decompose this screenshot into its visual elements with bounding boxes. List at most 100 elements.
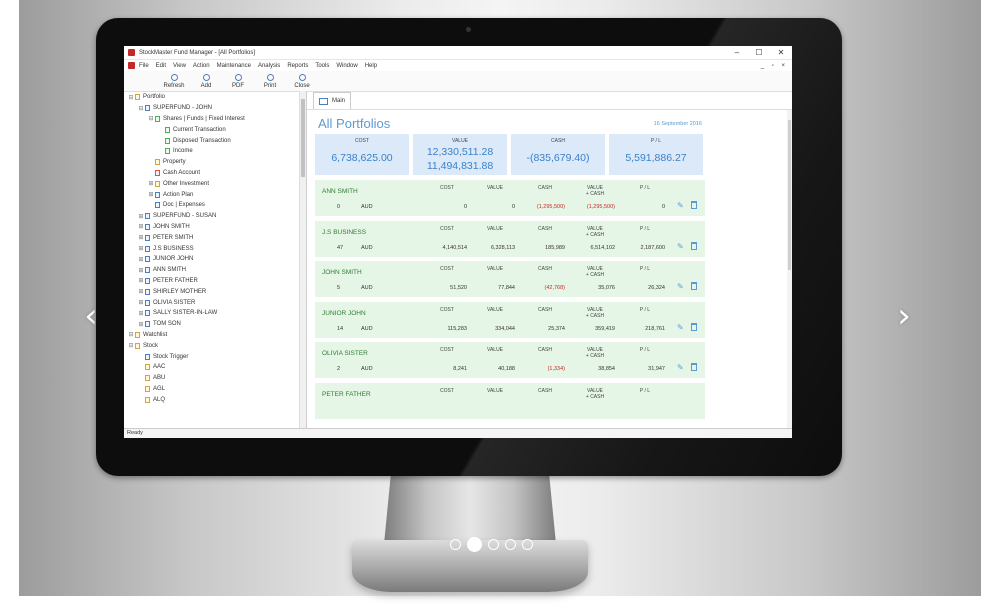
expand-icon[interactable]: ⊞ — [138, 310, 144, 317]
document-icon — [145, 364, 150, 371]
menu-edit[interactable]: Edit — [156, 63, 166, 69]
collapse-icon[interactable]: ⊟ — [128, 331, 134, 338]
main-scroll-thumb[interactable] — [788, 120, 791, 270]
tree-item[interactable]: ⊞ ANN SMITH — [124, 265, 306, 276]
tree-item[interactable]: ⊟ Watchlist — [124, 330, 306, 341]
tree-item[interactable]: ⊞ JOHN SMITH — [124, 222, 306, 233]
collapse-icon[interactable]: ⊟ — [128, 342, 134, 349]
expand-icon[interactable]: ⊞ — [138, 299, 144, 306]
tree-item[interactable]: ⊞ JUNIOR JOHN — [124, 254, 306, 265]
document-icon — [165, 148, 170, 155]
expand-icon[interactable]: ⊞ — [138, 234, 144, 241]
menu-view[interactable]: View — [173, 63, 186, 69]
tree-scroll-thumb[interactable] — [301, 99, 305, 177]
menu-maintenance[interactable]: Maintenance — [217, 63, 251, 69]
minimize-button[interactable]: – — [726, 48, 748, 57]
slide-dot[interactable] — [522, 538, 533, 550]
tree-item[interactable]: Disposed Transaction — [124, 135, 306, 146]
trash-icon[interactable] — [691, 241, 697, 250]
close-button[interactable]: Close — [286, 73, 318, 89]
menu-file[interactable]: File — [139, 63, 149, 69]
tree-item[interactable]: ⊞ J.S BUSINESS — [124, 243, 306, 254]
edit-icon[interactable]: ✎ — [677, 282, 684, 291]
trash-icon[interactable] — [691, 282, 697, 291]
portfolio-card[interactable]: PETER FATHER COST VALUE CASH VALUE + CASH P /… — [315, 382, 705, 419]
tree-item[interactable]: ⊞ OLIVIA SISTER — [124, 297, 306, 308]
trash-icon[interactable] — [691, 363, 697, 372]
tree-item[interactable]: ABU — [124, 373, 306, 384]
expand-icon[interactable]: ⊞ — [138, 288, 144, 295]
close-window-button[interactable]: ✕ — [770, 48, 792, 57]
main-scrollbar[interactable] — [787, 110, 792, 430]
mdi-controls[interactable]: _ ▫ × — [761, 63, 788, 69]
tree-item[interactable]: ⊟ Shares | Funds | Fixed Interest — [124, 114, 306, 125]
tree-item[interactable]: ⊞ Other Investment — [124, 178, 306, 189]
collapse-icon[interactable]: ⊟ — [138, 105, 144, 112]
tree-item[interactable]: ⊞ Action Plan — [124, 189, 306, 200]
slide-dot[interactable] — [505, 538, 516, 550]
refresh-icon — [170, 73, 178, 81]
tree-item[interactable]: ⊞ TOM SON — [124, 319, 306, 330]
tree-item[interactable]: Cash Account — [124, 168, 306, 179]
expand-icon[interactable]: ⊞ — [148, 180, 154, 187]
tree-item[interactable]: ALQ — [124, 394, 306, 405]
slide-dot-active[interactable] — [467, 536, 482, 552]
edit-icon[interactable]: ✎ — [677, 363, 684, 372]
tree-item[interactable]: ⊞ PETER SMITH — [124, 232, 306, 243]
menu-help[interactable]: Help — [365, 63, 377, 69]
tree-item[interactable]: Current Transaction — [124, 124, 306, 135]
tree-item[interactable]: ⊟ SUPERFUND - JOHN — [124, 103, 306, 114]
menu-tools[interactable]: Tools — [315, 63, 329, 69]
tree-item-label: Other Investment — [163, 180, 210, 187]
slide-dot[interactable] — [450, 538, 461, 550]
chevron-right-icon[interactable]: › — [893, 296, 915, 336]
portfolio-card[interactable]: JUNIOR JOHN COST 115,283 VALUE 334,044 CASH 25… — [315, 301, 705, 338]
tree-item[interactable]: ⊞ SHIRLEY MOTHER — [124, 286, 306, 297]
tree-item[interactable]: AGL — [124, 384, 306, 395]
expand-icon[interactable]: ⊞ — [138, 256, 144, 263]
edit-icon[interactable]: ✎ — [677, 323, 684, 332]
portfolio-card[interactable]: J.S BUSINESS COST 4,140,514 VALUE 6,328,113 C… — [315, 220, 705, 257]
tree-item[interactable]: Stock Trigger — [124, 351, 306, 362]
tree-scrollbar[interactable] — [299, 91, 306, 430]
expand-icon[interactable]: ⊞ — [138, 213, 144, 220]
column-header-value-cash: VALUE + CASH — [585, 306, 605, 319]
expand-icon[interactable]: ⊞ — [138, 277, 144, 284]
menu-action[interactable]: Action — [193, 63, 210, 69]
slide-dot[interactable] — [488, 538, 499, 550]
edit-icon[interactable]: ✎ — [677, 242, 684, 251]
tree-item[interactable]: ⊟ Portfolio — [124, 92, 306, 103]
portfolio-card[interactable]: JOHN SMITH COST 51,520 VALUE 77,844 CASH (42,7… — [315, 261, 705, 298]
print-button[interactable]: Print — [254, 73, 286, 89]
collapse-icon[interactable]: ⊟ — [128, 94, 134, 101]
tree-item[interactable]: Income — [124, 146, 306, 157]
edit-icon[interactable]: ✎ — [677, 201, 684, 210]
refresh-button[interactable]: Refresh — [158, 73, 190, 89]
menu-reports[interactable]: Reports — [287, 63, 308, 69]
add-button[interactable]: Add — [190, 73, 222, 89]
tab-main[interactable]: Main — [313, 92, 352, 109]
portfolio-card[interactable]: ANN SMITH COST 0 VALUE 0 CASH (1,295,500) VALUE… — [315, 180, 705, 216]
summary-pl-label: P / L — [650, 138, 662, 144]
tree-item[interactable]: ⊞ SALLY SISTER-IN-LAW — [124, 308, 306, 319]
tree-item[interactable]: ⊞ SUPERFUND - SUSAN — [124, 211, 306, 222]
menu-window[interactable]: Window — [336, 63, 357, 69]
tree-item[interactable]: Property — [124, 157, 306, 168]
expand-icon[interactable]: ⊞ — [148, 191, 154, 198]
tree-item[interactable]: ⊞ PETER FATHER — [124, 276, 306, 287]
trash-icon[interactable] — [691, 322, 697, 331]
expand-icon[interactable]: ⊞ — [138, 223, 144, 230]
menu-analysis[interactable]: Analysis — [258, 63, 280, 69]
expand-icon[interactable]: ⊞ — [138, 321, 144, 328]
expand-icon[interactable]: ⊞ — [138, 267, 144, 274]
collapse-icon[interactable]: ⊟ — [148, 115, 154, 122]
trash-icon[interactable] — [691, 201, 697, 209]
portfolio-card[interactable]: OLIVIA SISTER COST 8,241 VALUE 40,188 CASH (1,… — [315, 342, 705, 379]
tree-item[interactable]: AAC — [124, 362, 306, 373]
expand-icon[interactable]: ⊞ — [138, 245, 144, 252]
column-header-value: VALUE — [486, 387, 504, 394]
tree-item[interactable]: ⊟ Stock — [124, 340, 306, 351]
pdf-button[interactable]: PDF — [222, 73, 254, 89]
maximize-button[interactable]: ☐ — [748, 48, 770, 57]
tree-item[interactable]: Doc | Expenses — [124, 200, 306, 211]
